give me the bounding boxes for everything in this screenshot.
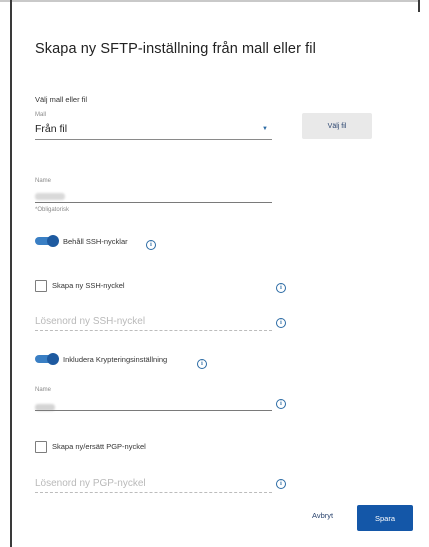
- name-underline: [35, 202, 272, 203]
- name-value-redacted: [35, 193, 65, 200]
- toggle-knob: [47, 353, 59, 365]
- window-top-border: [0, 0, 419, 2]
- info-icon[interactable]: i: [276, 479, 286, 489]
- section-label: Välj mall eller fil: [35, 95, 88, 104]
- pgp-password-underline: [35, 492, 272, 493]
- cancel-button[interactable]: Avbryt: [312, 511, 333, 520]
- include-encryption-toggle[interactable]: [35, 353, 59, 365]
- info-icon[interactable]: i: [276, 283, 286, 293]
- include-encryption-label: Inkludera Krypteringsinställning: [63, 355, 168, 364]
- ssh-password-placeholder: Lösenord ny SSH-nyckel: [35, 316, 146, 327]
- name-caption: Name: [35, 178, 52, 184]
- save-button[interactable]: Spara: [357, 505, 413, 531]
- create-ssh-key-label: Skapa ny SSH-nyckel: [52, 281, 125, 290]
- info-icon[interactable]: i: [276, 318, 286, 328]
- pgp-password-placeholder: Lösenord ny PGP-nyckel: [35, 478, 146, 489]
- template-caption: Mall: [35, 112, 47, 118]
- info-icon[interactable]: i: [197, 359, 207, 369]
- toggle-knob: [47, 235, 59, 247]
- keep-ssh-keys-label: Behåll SSH-nycklar: [63, 237, 128, 246]
- info-icon[interactable]: i: [146, 240, 156, 250]
- keep-ssh-keys-toggle[interactable]: [35, 235, 59, 247]
- create-ssh-key-checkbox[interactable]: [35, 280, 47, 292]
- name-helper-text: *Obligatorisk: [35, 207, 70, 213]
- encryption-name-caption: Name: [35, 387, 52, 393]
- chevron-down-icon[interactable]: ▼: [262, 126, 268, 132]
- template-value: Från fil: [35, 123, 68, 135]
- ssh-password-underline: [35, 330, 272, 331]
- encryption-name-underline: [35, 410, 272, 411]
- create-pgp-key-checkbox[interactable]: [35, 441, 47, 453]
- dialog-title: Skapa ny SFTP-inställning från mall elle…: [35, 41, 316, 57]
- info-icon[interactable]: i: [276, 399, 286, 409]
- window-right-border: [418, 0, 420, 12]
- choose-file-button[interactable]: Välj fil: [302, 113, 372, 139]
- create-pgp-key-label: Skapa ny/ersätt PGP-nyckel: [52, 442, 146, 451]
- template-underline: [35, 139, 272, 140]
- window-left-border: [10, 0, 12, 547]
